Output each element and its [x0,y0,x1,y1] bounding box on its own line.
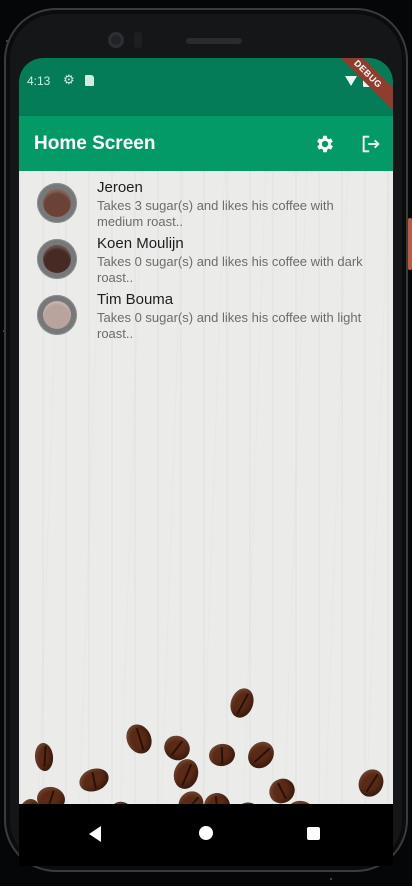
list-item[interactable]: Tim Bouma Takes 0 sugar(s) and likes his… [19,287,393,343]
gear-icon [317,135,333,153]
settings-button[interactable] [309,128,341,160]
screen: 4:13 ⚙ DEBUG Home Screen Jeroen Takes 3 … [19,58,393,866]
earpiece-speaker [186,38,242,44]
status-bar: 4:13 ⚙ DEBUG [19,58,393,119]
coffee-cup-icon [37,239,77,279]
person-description: Takes 3 sugar(s) and likes his coffee wi… [97,198,334,229]
recent-apps-icon[interactable] [307,827,320,840]
coffee-cup-icon [37,295,77,335]
person-name: Tim Bouma [97,291,174,308]
coffee-cup-icon [37,183,77,223]
back-icon[interactable] [89,826,101,842]
sim-card-icon [85,75,94,86]
wifi-icon [345,76,357,86]
sensor [134,32,142,48]
debug-banner: DEBUG [323,58,393,119]
page-title: Home Screen [34,133,156,154]
content-area: Jeroen Takes 3 sugar(s) and likes his co… [19,171,393,804]
side-button [408,218,412,270]
list-item[interactable]: Jeroen Takes 3 sugar(s) and likes his co… [19,175,393,231]
front-camera [108,32,124,48]
person-name: Koen Moulijn [97,235,184,252]
status-gear-icon: ⚙ [63,72,75,87]
home-icon[interactable] [199,826,213,840]
logout-icon [362,135,380,153]
status-time: 4:13 [27,74,51,88]
navigation-bar [19,804,393,866]
list-item[interactable]: Koen Moulijn Takes 0 sugar(s) and likes … [19,231,393,287]
logout-button[interactable] [355,128,387,160]
person-description: Takes 0 sugar(s) and likes his coffee wi… [97,310,362,341]
person-name: Jeroen [97,179,143,196]
person-description: Takes 0 sugar(s) and likes his coffee wi… [97,254,363,285]
app-bar: Home Screen [19,116,393,171]
